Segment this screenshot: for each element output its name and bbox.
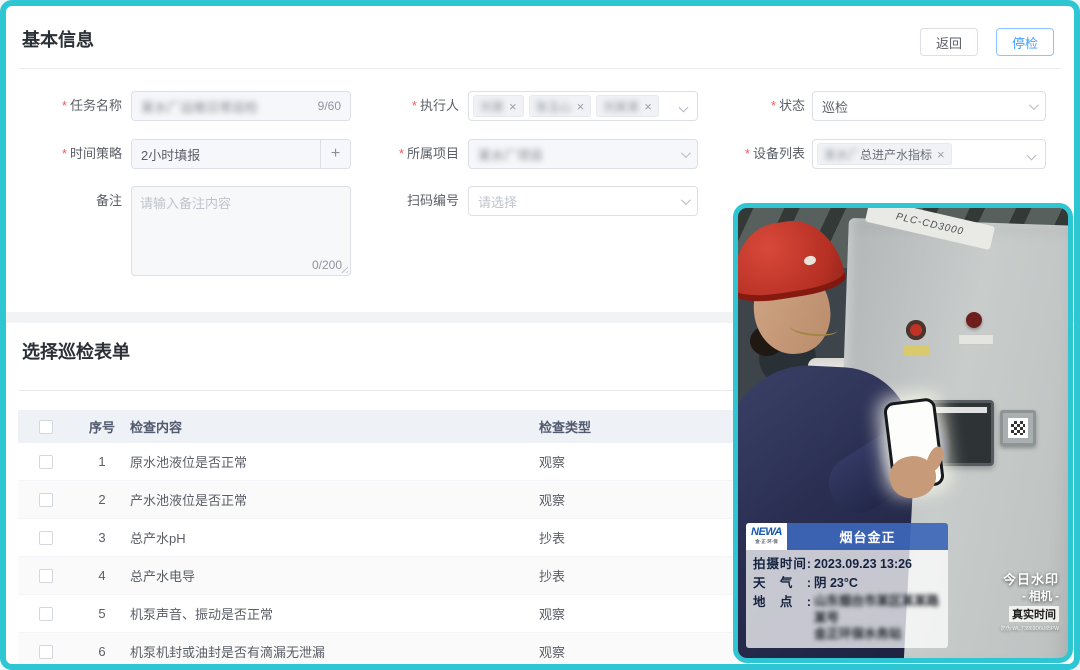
scan-code-placeholder: 请选择	[478, 192, 517, 211]
time-strategy-value: 2小时填报	[132, 140, 320, 168]
executor-tag: 张玉心×	[529, 95, 592, 117]
watermark-weather: 天气: 阴 23°C	[753, 574, 941, 593]
status-label: *状态	[722, 91, 805, 121]
switch-plate	[958, 334, 994, 345]
task-name-value: 某水厂运维日常巡检	[141, 97, 258, 116]
remark-field: 0/200	[131, 186, 351, 276]
executor-label: *执行人	[376, 91, 459, 121]
watermark-card: NEWA 金·正·环·保 烟台金正 拍摄时间: 2023.09.23 13:26…	[746, 523, 948, 649]
realtime-badge: 真实时间	[1009, 606, 1059, 622]
inspection-photo: PLC-CD3000 NEWA 金·正·环·保	[733, 203, 1073, 663]
status-select[interactable]: 巡检	[812, 91, 1046, 121]
camera-watermark: 今日水印 - 相机 - 真实时间 防伪:WL.T3969D6U65PW	[1001, 569, 1059, 632]
page-title: 基本信息	[22, 26, 94, 52]
row-no: 1	[74, 454, 130, 469]
qr-code-device	[1000, 410, 1036, 446]
header-divider	[19, 68, 1061, 69]
scan-code-select[interactable]: 请选择	[468, 186, 698, 216]
row-checkbox[interactable]	[39, 645, 53, 659]
device-tag: 某水厂总进产水指标 ×	[817, 143, 952, 165]
required-marker: *	[62, 98, 67, 113]
status-value: 巡检	[822, 97, 848, 116]
device-list-label: *设备列表	[722, 139, 805, 169]
red-indicator-button	[966, 312, 982, 328]
task-name-counter: 9/60	[318, 99, 341, 113]
executor-select[interactable]: 刘某× 张玉心× 刘某某×	[468, 91, 698, 121]
plus-icon: +	[331, 145, 340, 163]
tag-close-icon[interactable]: ×	[644, 99, 652, 114]
tag-close-icon[interactable]: ×	[509, 99, 517, 114]
required-marker: *	[745, 146, 750, 161]
task-name-input[interactable]: 某水厂运维日常巡检 9/60	[131, 91, 351, 121]
executor-tag: 刘某某×	[596, 95, 659, 117]
row-no: 5	[74, 606, 130, 621]
row-content: 总产水电导	[130, 566, 539, 585]
back-button[interactable]: 返回	[920, 28, 978, 56]
tag-close-icon[interactable]: ×	[577, 99, 585, 114]
project-select[interactable]: 某水厂项目	[468, 139, 698, 169]
project-value: 某水厂项目	[478, 145, 543, 164]
device-list-select[interactable]: 某水厂总进产水指标 ×	[812, 139, 1046, 169]
row-no: 3	[74, 530, 130, 545]
header-actions: 返回 停检	[920, 28, 1054, 56]
row-no: 4	[74, 568, 130, 583]
chevron-down-icon	[681, 195, 691, 205]
row-checkbox[interactable]	[39, 607, 53, 621]
chevron-down-icon	[679, 103, 689, 113]
row-content: 原水池液位是否正常	[130, 452, 539, 471]
company-banner: 烟台金正	[787, 523, 948, 550]
row-checkbox[interactable]	[39, 569, 53, 583]
row-content: 总产水pH	[130, 528, 539, 547]
row-checkbox[interactable]	[39, 531, 53, 545]
chevron-down-icon	[1029, 100, 1039, 110]
chevron-down-icon	[1027, 151, 1037, 161]
required-marker: *	[62, 146, 67, 161]
task-name-label: *任务名称	[26, 91, 122, 121]
button-tag	[904, 346, 930, 356]
section-title: 选择巡检表单	[22, 338, 130, 364]
newa-logo: NEWA 金·正·环·保	[746, 523, 787, 550]
column-header-content: 检查内容	[130, 417, 539, 436]
row-checkbox[interactable]	[39, 455, 53, 469]
anti-counterfeit-code: 防伪:WL.T3969D6U65PW	[1001, 625, 1059, 632]
chevron-down-icon	[681, 148, 691, 158]
row-content: 机泵声音、振动是否正常	[130, 604, 539, 623]
time-strategy-label: *时间策略	[26, 139, 122, 169]
add-time-strategy-button[interactable]: +	[320, 140, 350, 168]
row-content: 机泵机封或油封是否有滴漏无泄漏	[130, 642, 539, 661]
time-strategy-input[interactable]: 2小时填报 +	[131, 139, 351, 169]
row-no: 6	[74, 644, 130, 659]
remark-counter: 0/200	[312, 258, 342, 272]
row-no: 2	[74, 492, 130, 507]
row-content: 产水池液位是否正常	[130, 490, 539, 509]
photo-scene: PLC-CD3000 NEWA 金·正·环·保	[738, 208, 1068, 658]
project-label: *所属项目	[376, 139, 459, 169]
watermark-time: 拍摄时间: 2023.09.23 13:26	[753, 555, 941, 574]
column-header-no: 序号	[74, 417, 130, 436]
required-marker: *	[771, 98, 776, 113]
scan-code-label: 扫码编号	[376, 186, 459, 216]
row-checkbox[interactable]	[39, 493, 53, 507]
emergency-button	[906, 320, 926, 340]
executor-tag: 刘某×	[473, 95, 524, 117]
tag-close-icon[interactable]: ×	[937, 147, 945, 162]
select-all-checkbox[interactable]	[39, 420, 53, 434]
watermark-location: 地点: 山东烟台市某区某某路某号 金正环保水务站	[753, 593, 941, 642]
required-marker: *	[412, 98, 417, 113]
app-window: 基本信息 返回 停检 *任务名称 某水厂运维日常巡检 9/60 *执行人 刘某×…	[0, 0, 1080, 670]
required-marker: *	[399, 146, 404, 161]
remark-label: 备注	[26, 186, 122, 216]
stop-inspection-button[interactable]: 停检	[996, 28, 1054, 56]
